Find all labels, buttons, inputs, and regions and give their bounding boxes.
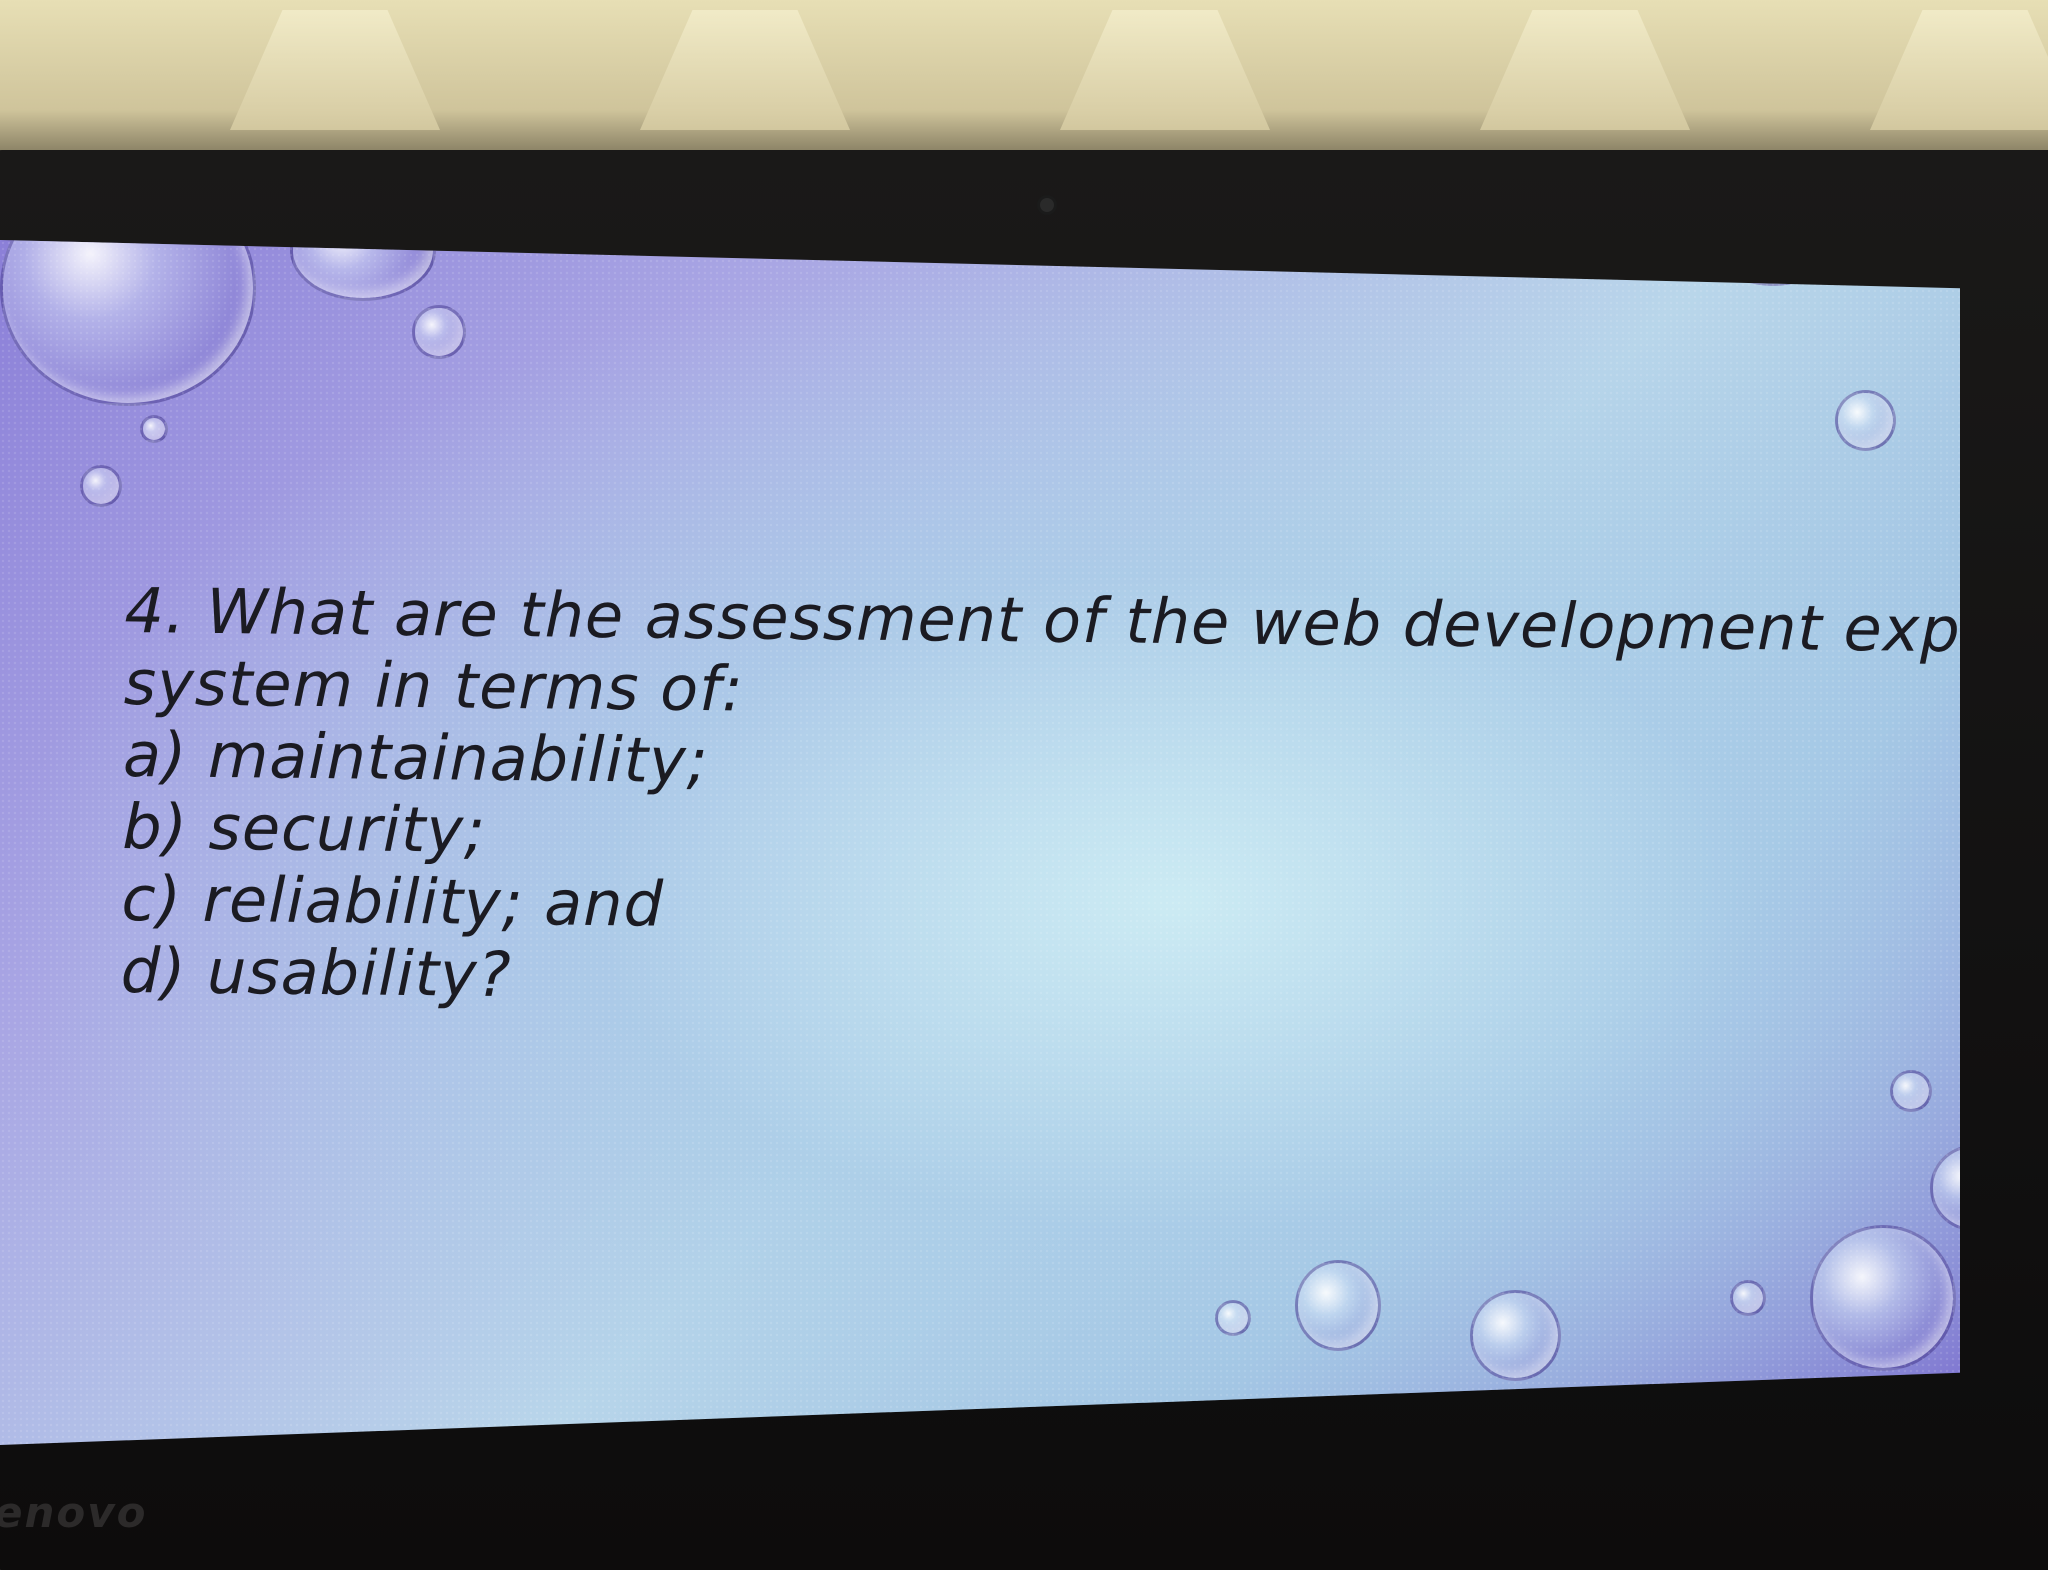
bubble-decoration — [1930, 1145, 1960, 1231]
decor-peak — [1060, 10, 1270, 130]
slide-body: 4. What are the assessment of the web de… — [120, 574, 1960, 1026]
bubble-decoration — [1215, 1300, 1251, 1336]
bubble-decoration — [1295, 1260, 1381, 1351]
bubble-decoration — [140, 415, 168, 443]
laptop-screen: 4. What are the assessment of the web de… — [0, 240, 1960, 1445]
laptop-brand-logo: enovo — [0, 1488, 148, 1537]
bubble-decoration — [1730, 1280, 1766, 1316]
bubble-decoration — [1835, 390, 1896, 451]
bubble-decoration — [1810, 1225, 1956, 1371]
bubble-decoration — [0, 240, 256, 406]
bubble-decoration — [1470, 1290, 1561, 1381]
bubble-decoration — [80, 465, 122, 507]
decor-peak — [640, 10, 850, 130]
decor-peak — [1480, 10, 1690, 130]
webcam-icon — [1040, 198, 1054, 212]
bubble-decoration — [1890, 1070, 1932, 1112]
decor-peak — [230, 10, 440, 130]
decor-peak — [1870, 10, 2048, 130]
bubble-decoration — [412, 305, 466, 359]
